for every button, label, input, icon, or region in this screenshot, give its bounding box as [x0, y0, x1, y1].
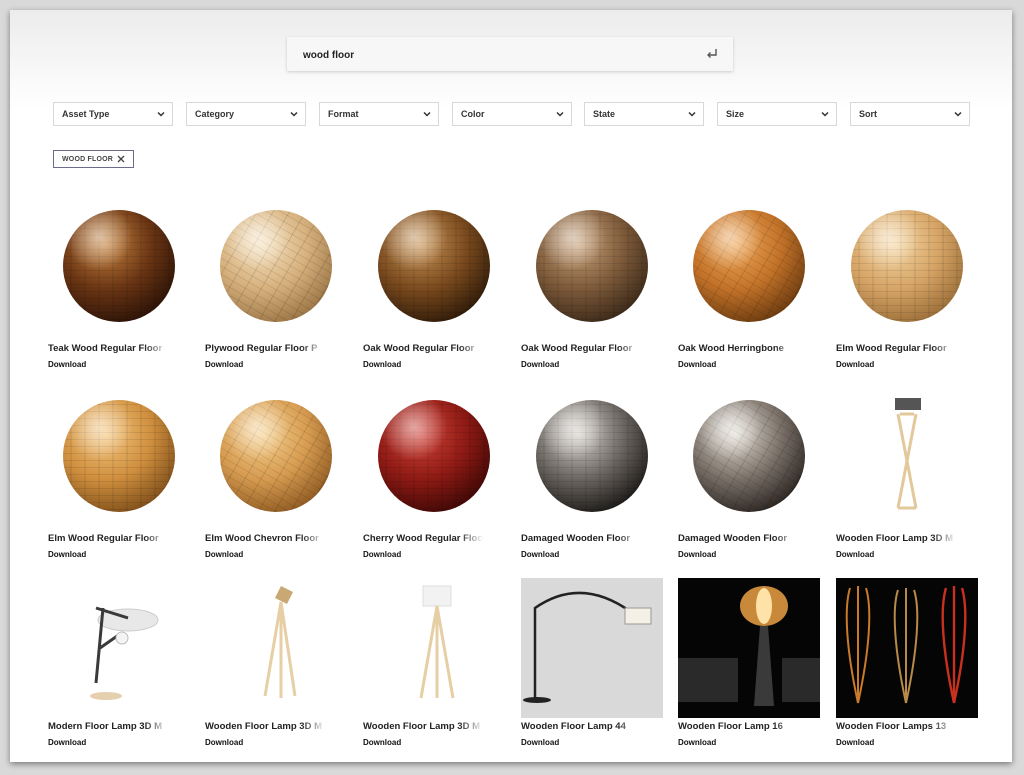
download-link[interactable]: Download — [363, 360, 401, 369]
asset-card[interactable]: Wooden Floor Lamp 16 Download — [678, 578, 820, 748]
asset-card[interactable]: Elm Wood Regular Floor Download — [836, 200, 978, 370]
asset-thumbnail[interactable] — [678, 578, 820, 718]
download-link[interactable]: Download — [363, 550, 401, 559]
asset-card[interactable]: Damaged Wooden Floor Download — [678, 390, 820, 560]
asset-thumbnail[interactable] — [48, 200, 190, 340]
asset-card[interactable]: Wooden Floor Lamps 13 Download — [836, 578, 978, 748]
asset-card[interactable]: Oak Wood Regular Floor Download — [521, 200, 663, 370]
download-link[interactable]: Download — [363, 738, 401, 747]
asset-thumbnail[interactable] — [48, 578, 190, 718]
download-link[interactable]: Download — [205, 360, 243, 369]
asset-thumbnail[interactable] — [521, 578, 663, 718]
asset-card[interactable]: Wooden Floor Lamp 3D M Download — [836, 390, 978, 560]
asset-thumbnail[interactable] — [836, 200, 978, 340]
asset-title[interactable]: Oak Wood Herringbone — [678, 343, 798, 354]
asset-card[interactable]: Modern Floor Lamp 3D M Download — [48, 578, 190, 748]
asset-thumbnail[interactable] — [205, 200, 347, 340]
asset-thumbnail[interactable] — [363, 578, 505, 718]
asset-title[interactable]: Wooden Floor Lamps 13 — [836, 721, 956, 732]
asset-card[interactable]: Damaged Wooden Floor Download — [521, 390, 663, 560]
app-window: Asset Type Category Format Color State S… — [10, 10, 1012, 762]
asset-thumbnail[interactable] — [363, 200, 505, 340]
asset-thumbnail[interactable] — [678, 390, 820, 530]
download-link[interactable]: Download — [836, 550, 874, 559]
download-link[interactable]: Download — [836, 360, 874, 369]
asset-thumbnail[interactable] — [363, 390, 505, 530]
asset-title[interactable]: Plywood Regular Floor P — [205, 343, 325, 354]
asset-title[interactable]: Damaged Wooden Floor — [678, 533, 798, 544]
asset-card[interactable]: Cherry Wood Regular Floor Download — [363, 390, 505, 560]
asset-title[interactable]: Elm Wood Regular Floor — [836, 343, 956, 354]
asset-title[interactable]: Elm Wood Regular Floor — [48, 533, 168, 544]
download-link[interactable]: Download — [836, 738, 874, 747]
asset-thumbnail[interactable] — [205, 578, 347, 718]
download-link[interactable]: Download — [521, 738, 559, 747]
download-link[interactable]: Download — [678, 738, 716, 747]
asset-card[interactable]: Oak Wood Regular Floor Download — [363, 200, 505, 370]
download-link[interactable]: Download — [678, 360, 716, 369]
asset-card[interactable]: Oak Wood Herringbone Download — [678, 200, 820, 370]
asset-title[interactable]: Cherry Wood Regular Floor — [363, 533, 483, 544]
asset-thumbnail[interactable] — [836, 390, 978, 530]
asset-title[interactable]: Oak Wood Regular Floor — [363, 343, 483, 354]
asset-title[interactable]: Wooden Floor Lamp 3D M — [205, 721, 325, 732]
asset-title[interactable]: Oak Wood Regular Floor — [521, 343, 641, 354]
asset-card[interactable]: Plywood Regular Floor P Download — [205, 200, 347, 370]
asset-title[interactable]: Wooden Floor Lamp 3D M — [363, 721, 483, 732]
asset-thumbnail[interactable] — [678, 200, 820, 340]
asset-card[interactable]: Wooden Floor Lamp 3D M Download — [205, 578, 347, 748]
asset-thumbnail[interactable] — [521, 200, 663, 340]
asset-title[interactable]: Elm Wood Chevron Floor — [205, 533, 325, 544]
asset-title[interactable]: Teak Wood Regular Floor — [48, 343, 168, 354]
asset-card[interactable]: Elm Wood Chevron Floor Download — [205, 390, 347, 560]
asset-thumbnail[interactable] — [836, 578, 978, 718]
asset-title[interactable]: Modern Floor Lamp 3D M — [48, 721, 168, 732]
asset-thumbnail[interactable] — [48, 390, 190, 530]
asset-title[interactable]: Wooden Floor Lamp 3D M — [836, 533, 956, 544]
asset-card[interactable]: Wooden Floor Lamp 44 Download — [521, 578, 663, 748]
download-link[interactable]: Download — [678, 550, 716, 559]
asset-thumbnail[interactable] — [521, 390, 663, 530]
asset-card[interactable]: Teak Wood Regular Floor Download — [48, 200, 190, 370]
download-link[interactable]: Download — [205, 550, 243, 559]
download-link[interactable]: Download — [48, 360, 86, 369]
asset-title[interactable]: Wooden Floor Lamp 16 — [678, 721, 798, 732]
asset-card[interactable]: Wooden Floor Lamp 3D M Download — [363, 578, 505, 748]
asset-grid: Teak Wood Regular Floor Download Plywood … — [10, 10, 1012, 762]
asset-thumbnail[interactable] — [205, 390, 347, 530]
asset-title[interactable]: Damaged Wooden Floor — [521, 533, 641, 544]
download-link[interactable]: Download — [521, 550, 559, 559]
download-link[interactable]: Download — [48, 550, 86, 559]
asset-title[interactable]: Wooden Floor Lamp 44 — [521, 721, 641, 732]
download-link[interactable]: Download — [48, 738, 86, 747]
download-link[interactable]: Download — [205, 738, 243, 747]
asset-card[interactable]: Elm Wood Regular Floor Download — [48, 390, 190, 560]
download-link[interactable]: Download — [521, 360, 559, 369]
